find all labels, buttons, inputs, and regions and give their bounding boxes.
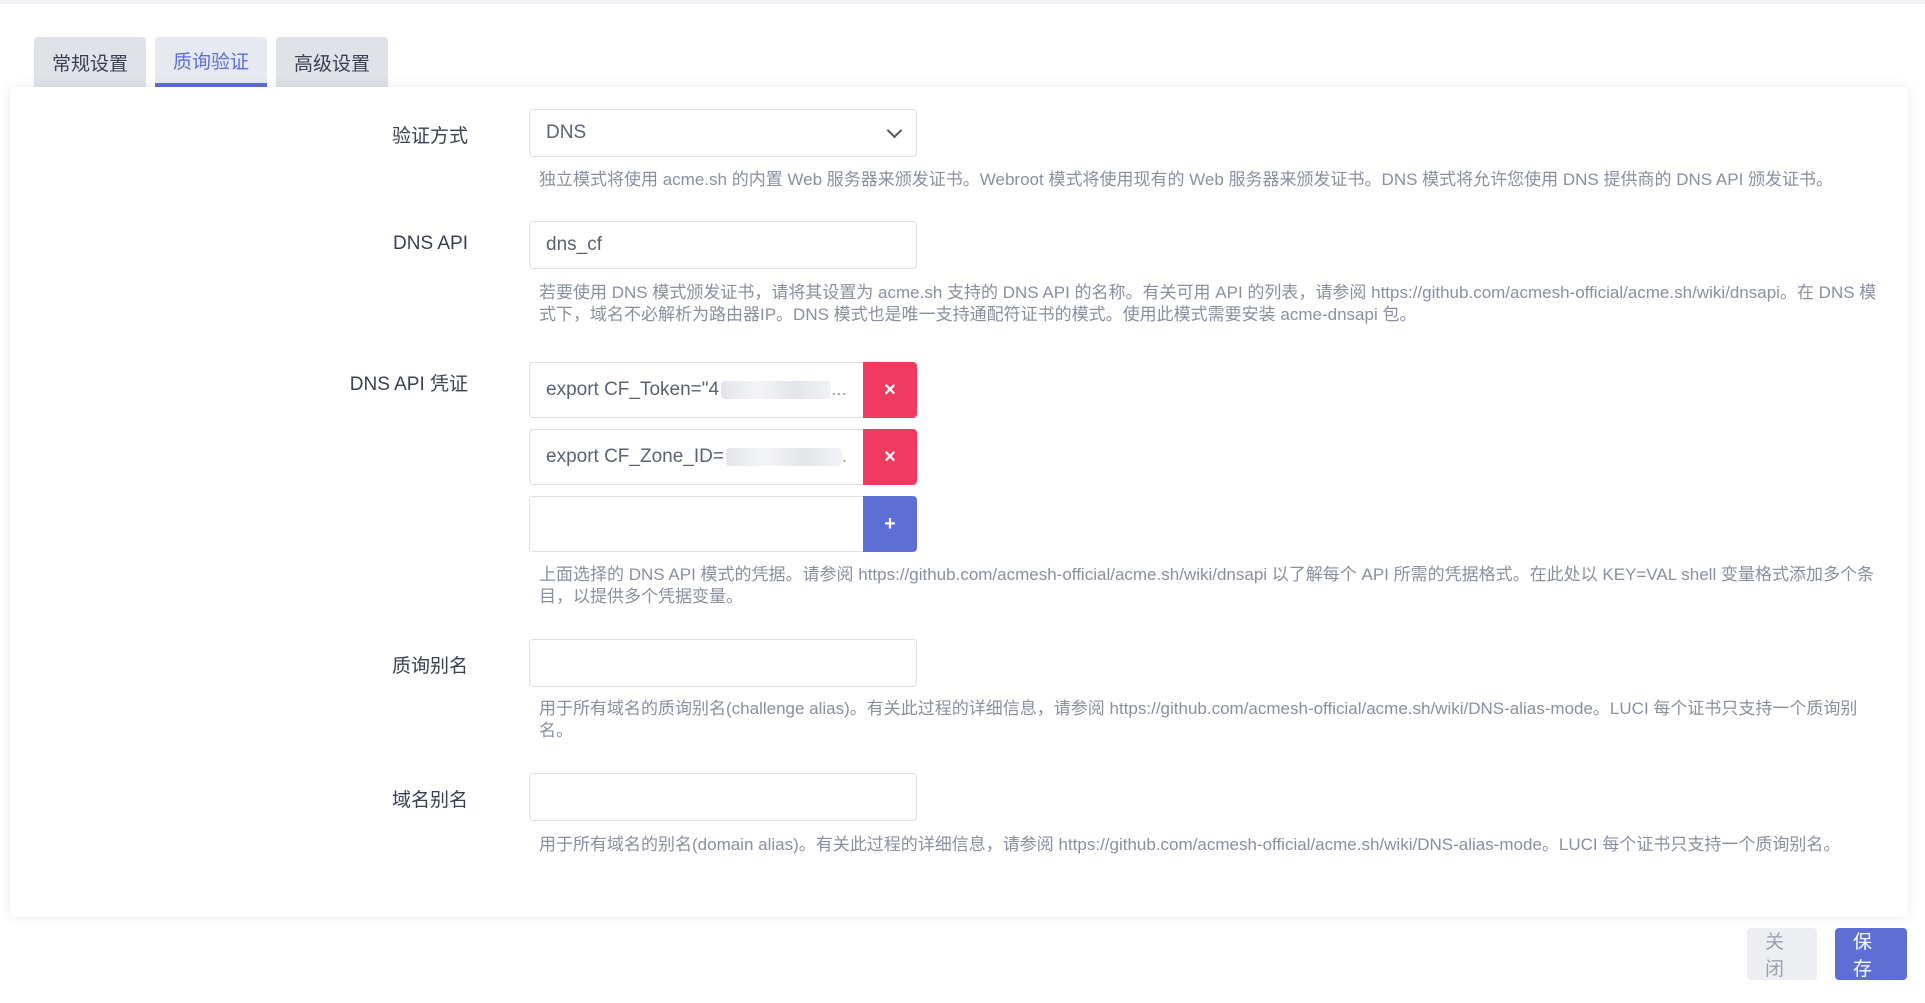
close-button[interactable]: 关闭 [1747, 928, 1817, 980]
redacted-blur [725, 448, 842, 466]
challenge-alias-label: 质询别名 [391, 656, 468, 677]
domain-alias-label: 域名别名 [391, 790, 468, 811]
credential-row: export CF_Token="4 ... × [529, 362, 917, 418]
tab-bar: 常规设置 质询验证 高级设置 [34, 37, 389, 87]
remove-credential-button[interactable]: × [863, 362, 917, 418]
close-icon: × [884, 445, 896, 468]
validation-method-select[interactable]: DNS [529, 109, 917, 157]
tab-challenge-validation[interactable]: 质询验证 [155, 37, 268, 87]
dns-credentials-help: 上面选择的 DNS API 模式的凭据。请参阅 https://github.c… [539, 565, 1874, 606]
credential-ellipsis: ... [831, 379, 847, 400]
new-credential-input[interactable] [529, 496, 863, 552]
settings-panel: 验证方式 DNS 独立模式将使用 acme.sh 的内置 Web 服务器来颁发证… [10, 87, 1908, 917]
credential-row: export CF_Zone_ID= . × [529, 429, 917, 485]
remove-credential-button[interactable]: × [863, 429, 917, 485]
chevron-down-icon [886, 122, 903, 139]
validation-method-label: 验证方式 [391, 126, 468, 147]
add-credential-button[interactable]: + [863, 496, 917, 552]
domain-alias-help: 用于所有域名的别名(domain alias)。有关此过程的详细信息，请参阅 h… [539, 835, 1841, 854]
domain-alias-input[interactable] [529, 773, 917, 821]
validation-method-value: DNS [546, 122, 587, 143]
dns-api-value: dns_cf [546, 234, 602, 255]
challenge-alias-input[interactable] [529, 639, 917, 687]
challenge-alias-help: 用于所有域名的质询别名(challenge alias)。有关此过程的详细信息，… [539, 699, 1858, 740]
close-icon: × [884, 378, 896, 401]
dns-api-help: 若要使用 DNS 模式颁发证书，请将其设置为 acme.sh 支持的 DNS A… [539, 283, 1877, 324]
credential-value: export CF_Zone_ID= [546, 446, 724, 467]
dns-api-label: DNS API [393, 233, 468, 254]
dns-credentials-label: DNS API 凭证 [349, 374, 468, 395]
credential-value: export CF_Token="4 [546, 379, 720, 400]
credential-input[interactable]: export CF_Token="4 ... [529, 362, 863, 418]
top-border [0, 0, 1925, 4]
validation-method-help: 独立模式将使用 acme.sh 的内置 Web 服务器来颁发证书。Webroot… [539, 170, 1834, 189]
dns-api-input[interactable]: dns_cf [529, 221, 917, 269]
tab-advanced-settings[interactable]: 高级设置 [276, 37, 389, 87]
credential-input[interactable]: export CF_Zone_ID= . [529, 429, 863, 485]
credential-ellipsis: . [841, 446, 847, 467]
save-button[interactable]: 保存 [1835, 928, 1907, 980]
redacted-blur [721, 381, 832, 399]
new-credential-row: + [529, 496, 917, 552]
tab-general-settings[interactable]: 常规设置 [34, 37, 147, 87]
plus-icon: + [884, 512, 896, 535]
